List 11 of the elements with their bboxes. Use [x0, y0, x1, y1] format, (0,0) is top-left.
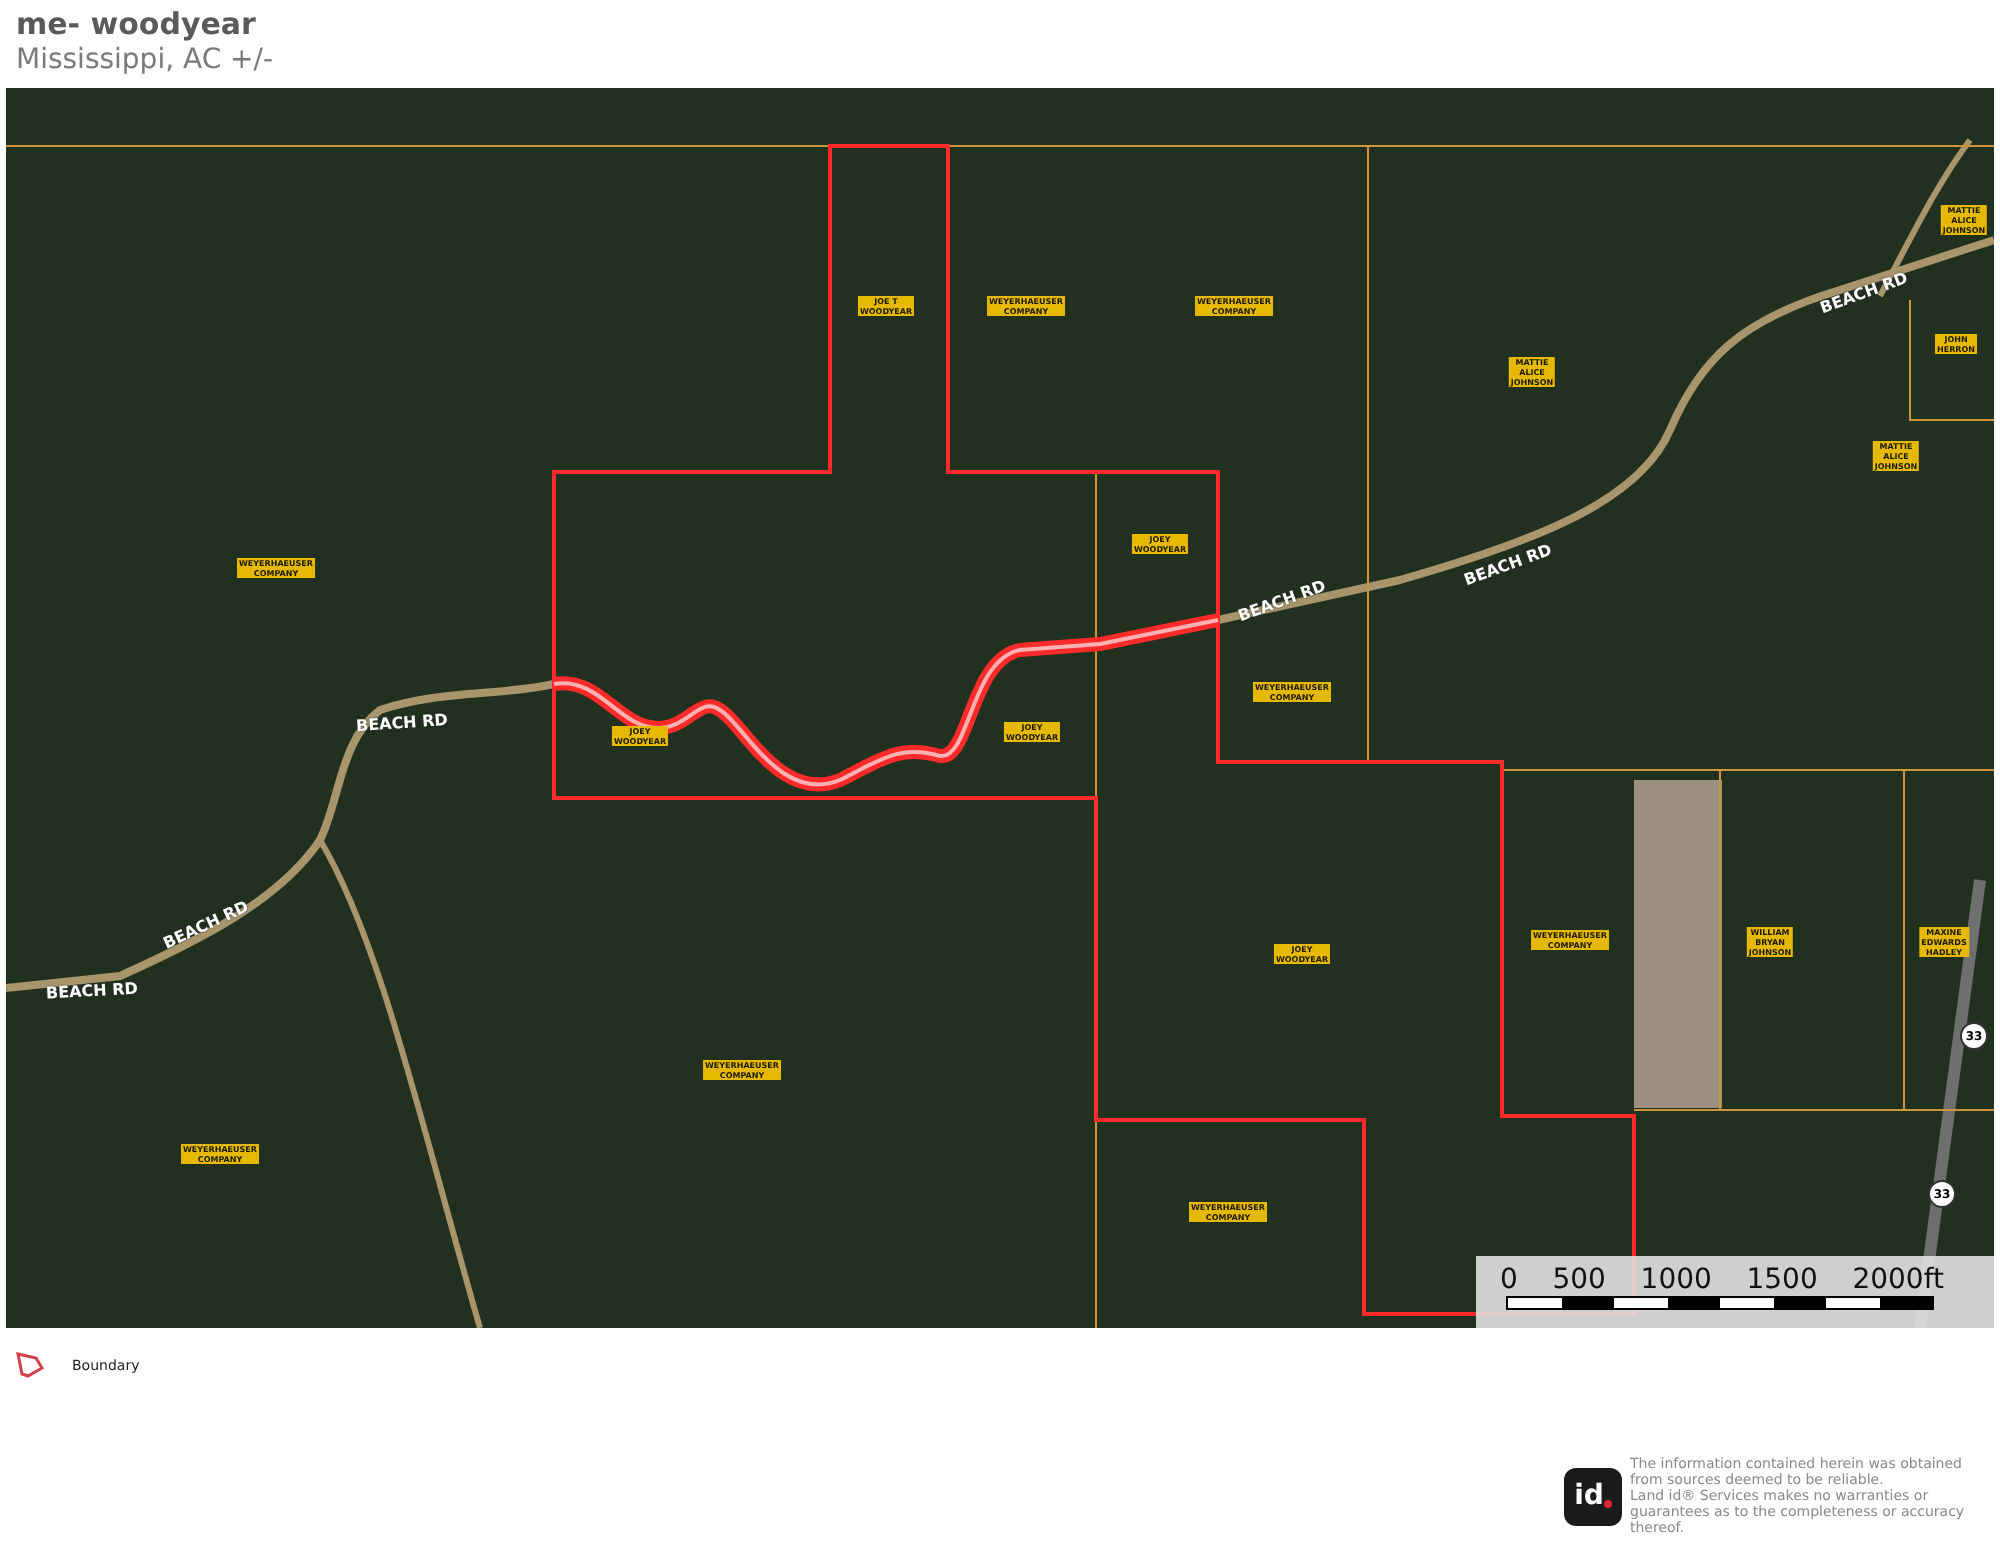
scale-label: 0: [1500, 1266, 1518, 1296]
boundary-polygon-icon: [16, 1352, 44, 1378]
scale-label: 2000ft: [1852, 1266, 1944, 1296]
scale-label: 500: [1552, 1266, 1606, 1296]
road-label: BEACH RD: [355, 710, 449, 736]
map-subtitle: Mississippi, AC +/-: [16, 42, 274, 78]
road-label: BEACH RD: [45, 979, 139, 1003]
scale-label: 1500: [1746, 1266, 1818, 1296]
company-logo: id: [1564, 1467, 1622, 1525]
scale-label: 1000: [1640, 1266, 1712, 1296]
map-title: me- woodyear: [16, 6, 256, 42]
